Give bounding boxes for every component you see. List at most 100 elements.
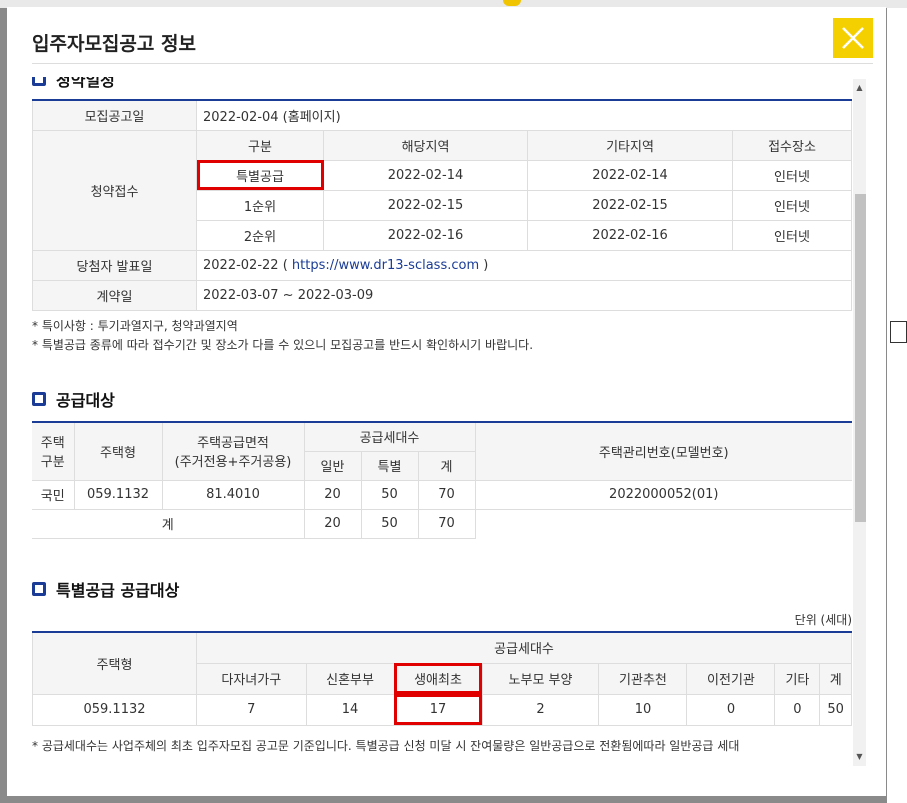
schedule-section-heading: 청약일정 [32,77,115,91]
table-cell: 2022000052(01) [474,479,852,510]
header-house-type: 주택형 [32,631,197,695]
title-divider [32,63,873,64]
table-cell: 인터넷 [732,159,852,191]
winner-label: 당첨자 발표일 [32,249,197,281]
contract-label: 계약일 [32,279,197,311]
table-cell: 2022-02-14 [527,159,733,191]
winner-value: 2022-02-22 ( https://www.dr13-sclass.com… [196,249,852,281]
winner-date: 2022-02-22 [203,257,279,273]
header-newlywed: 신혼부부 [305,662,395,695]
table-cell: 81.4010 [161,479,305,510]
table-cell: 20 [303,479,362,510]
table-row: 국민 059.1132 81.4010 20 50 70 2022000052(… [32,479,852,510]
vertical-scrollbar[interactable]: ▲ ▼ [853,79,866,766]
header-text: 주택 [40,436,65,452]
table-cell: 2022-02-15 [323,189,528,221]
announce-value: 2022-02-04 (홈페이지) [196,99,852,131]
header-area: 주택공급면적 (주거전용+주거공용) [161,421,305,481]
table-cell: 2022-02-14 [323,159,528,191]
supply-section-title: 공급대상 [56,391,115,410]
close-icon [842,27,864,49]
header-total: 계 [417,450,476,481]
winner-paren-open: ( [282,257,288,273]
unit-label: 단위 (세대) [794,613,852,627]
contract-value: 2022-03-07 ~ 2022-03-09 [196,279,852,311]
first-time-value-cell: 17 [393,693,483,726]
header-relocated: 이전기관 [686,662,776,695]
header-house-kind: 주택 구분 [32,421,75,481]
table-cell: 2순위 [196,219,324,251]
table-cell: 50 [360,479,419,510]
table-cell: 0 [686,693,776,726]
section-bullet-icon [32,582,46,596]
special-supply-cell: 특별공급 [196,159,324,191]
header-institution: 기관추천 [598,662,688,695]
special-section-heading: 특별공급 공급대상 [32,577,179,601]
table-cell: 10 [598,693,688,726]
modal-scroll-area[interactable]: 청약일정 모집공고일 2022-02-04 (홈페이지) 청약접수 구분 해당지… [32,77,866,764]
header-text: 주택공급면적 [197,436,269,452]
header-special: 특별 [360,450,419,481]
scroll-up-icon[interactable]: ▲ [853,82,866,94]
background-tooltip [890,321,907,343]
col-header-other: 기타지역 [527,129,733,161]
table-cell: 059.1132 [73,479,163,510]
table-cell: 70 [417,508,476,539]
announce-label: 모집공고일 [32,99,197,131]
footnote: * 공급세대수는 사업주체의 최초 입주자모집 공고문 기준입니다. 특별공급 … [32,739,740,753]
header-other: 기타 [774,662,821,695]
table-cell: 인터넷 [732,189,852,221]
table-cell: 50 [360,508,419,539]
note-line: * 특별공급 종류에 따라 접수기간 및 장소가 다를 수 있으니 모집공고를 … [32,338,534,352]
table-cell: 0 [774,693,821,726]
background-page-right [887,8,907,803]
col-header-local: 해당지역 [323,129,528,161]
table-cell [474,508,852,538]
header-text: (주거전용+주거공용) [174,455,292,471]
header-units: 공급세대수 [303,421,476,452]
table-cell: 인터넷 [732,219,852,251]
table-cell: 059.1132 [32,693,197,726]
header-text: 구분 [40,455,65,471]
table-row: 059.1132 7 14 17 2 10 0 0 50 [32,693,852,726]
close-button[interactable] [833,18,873,58]
header-units: 공급세대수 [196,631,852,664]
header-multi-child: 다자녀가구 [196,662,307,695]
sum-label: 계 [32,508,305,539]
scrollbar-thumb[interactable] [855,194,866,522]
header-elderly-parent: 노부모 부양 [481,662,600,695]
schedule-table: 모집공고일 2022-02-04 (홈페이지) 청약접수 구분 해당지역 기타지… [32,99,852,311]
table-cell: 1순위 [196,189,324,221]
schedule-section-title: 청약일정 [56,77,115,90]
table-cell: 국민 [32,479,75,510]
table-cell: 70 [417,479,476,510]
section-bullet-icon [32,77,46,86]
note-line: * 특이사항 : 투기과열지구, 청약과열지역 [32,319,238,333]
table-cell: 2022-02-16 [323,219,528,251]
table-cell: 14 [305,693,395,726]
section-bullet-icon [32,392,46,406]
supply-section-heading: 공급대상 [32,387,115,411]
homepage-link[interactable]: https://www.dr13-sclass.com [292,258,479,273]
table-cell: 2022-02-15 [527,189,733,221]
col-header-place: 접수장소 [732,129,852,161]
notice-modal: 입주자모집공고 정보 청약일정 모집공고일 2022-02-04 (홈페이지) … [7,7,886,796]
header-model: 주택관리번호(모델번호) [474,421,852,481]
header-house-type: 주택형 [73,421,163,481]
schedule-notes: * 특이사항 : 투기과열지구, 청약과열지역 * 특별공급 종류에 따라 접수… [32,317,533,355]
winner-paren-close: ) [483,257,489,273]
supply-table: 주택 구분 주택형 주택공급면적 (주거전용+주거공용) 공급세대수 주택관리번… [32,421,852,539]
table-cell: 2022-02-16 [527,219,733,251]
scroll-down-icon[interactable]: ▼ [853,751,866,763]
special-section-title: 특별공급 공급대상 [56,581,180,600]
special-supply-table: 주택형 공급세대수 다자녀가구 신혼부부 생애최초 노부모 부양 기관추천 이전… [32,631,852,726]
header-general: 일반 [303,450,362,481]
receipt-label: 청약접수 [32,129,197,251]
table-cell: 20 [303,508,362,539]
col-header-division: 구분 [196,129,324,161]
table-cell: 2 [481,693,600,726]
header-total: 계 [819,662,852,695]
table-row: 계 20 50 70 [32,508,852,539]
table-cell: 50 [819,693,852,726]
modal-title: 입주자모집공고 정보 [32,33,196,55]
